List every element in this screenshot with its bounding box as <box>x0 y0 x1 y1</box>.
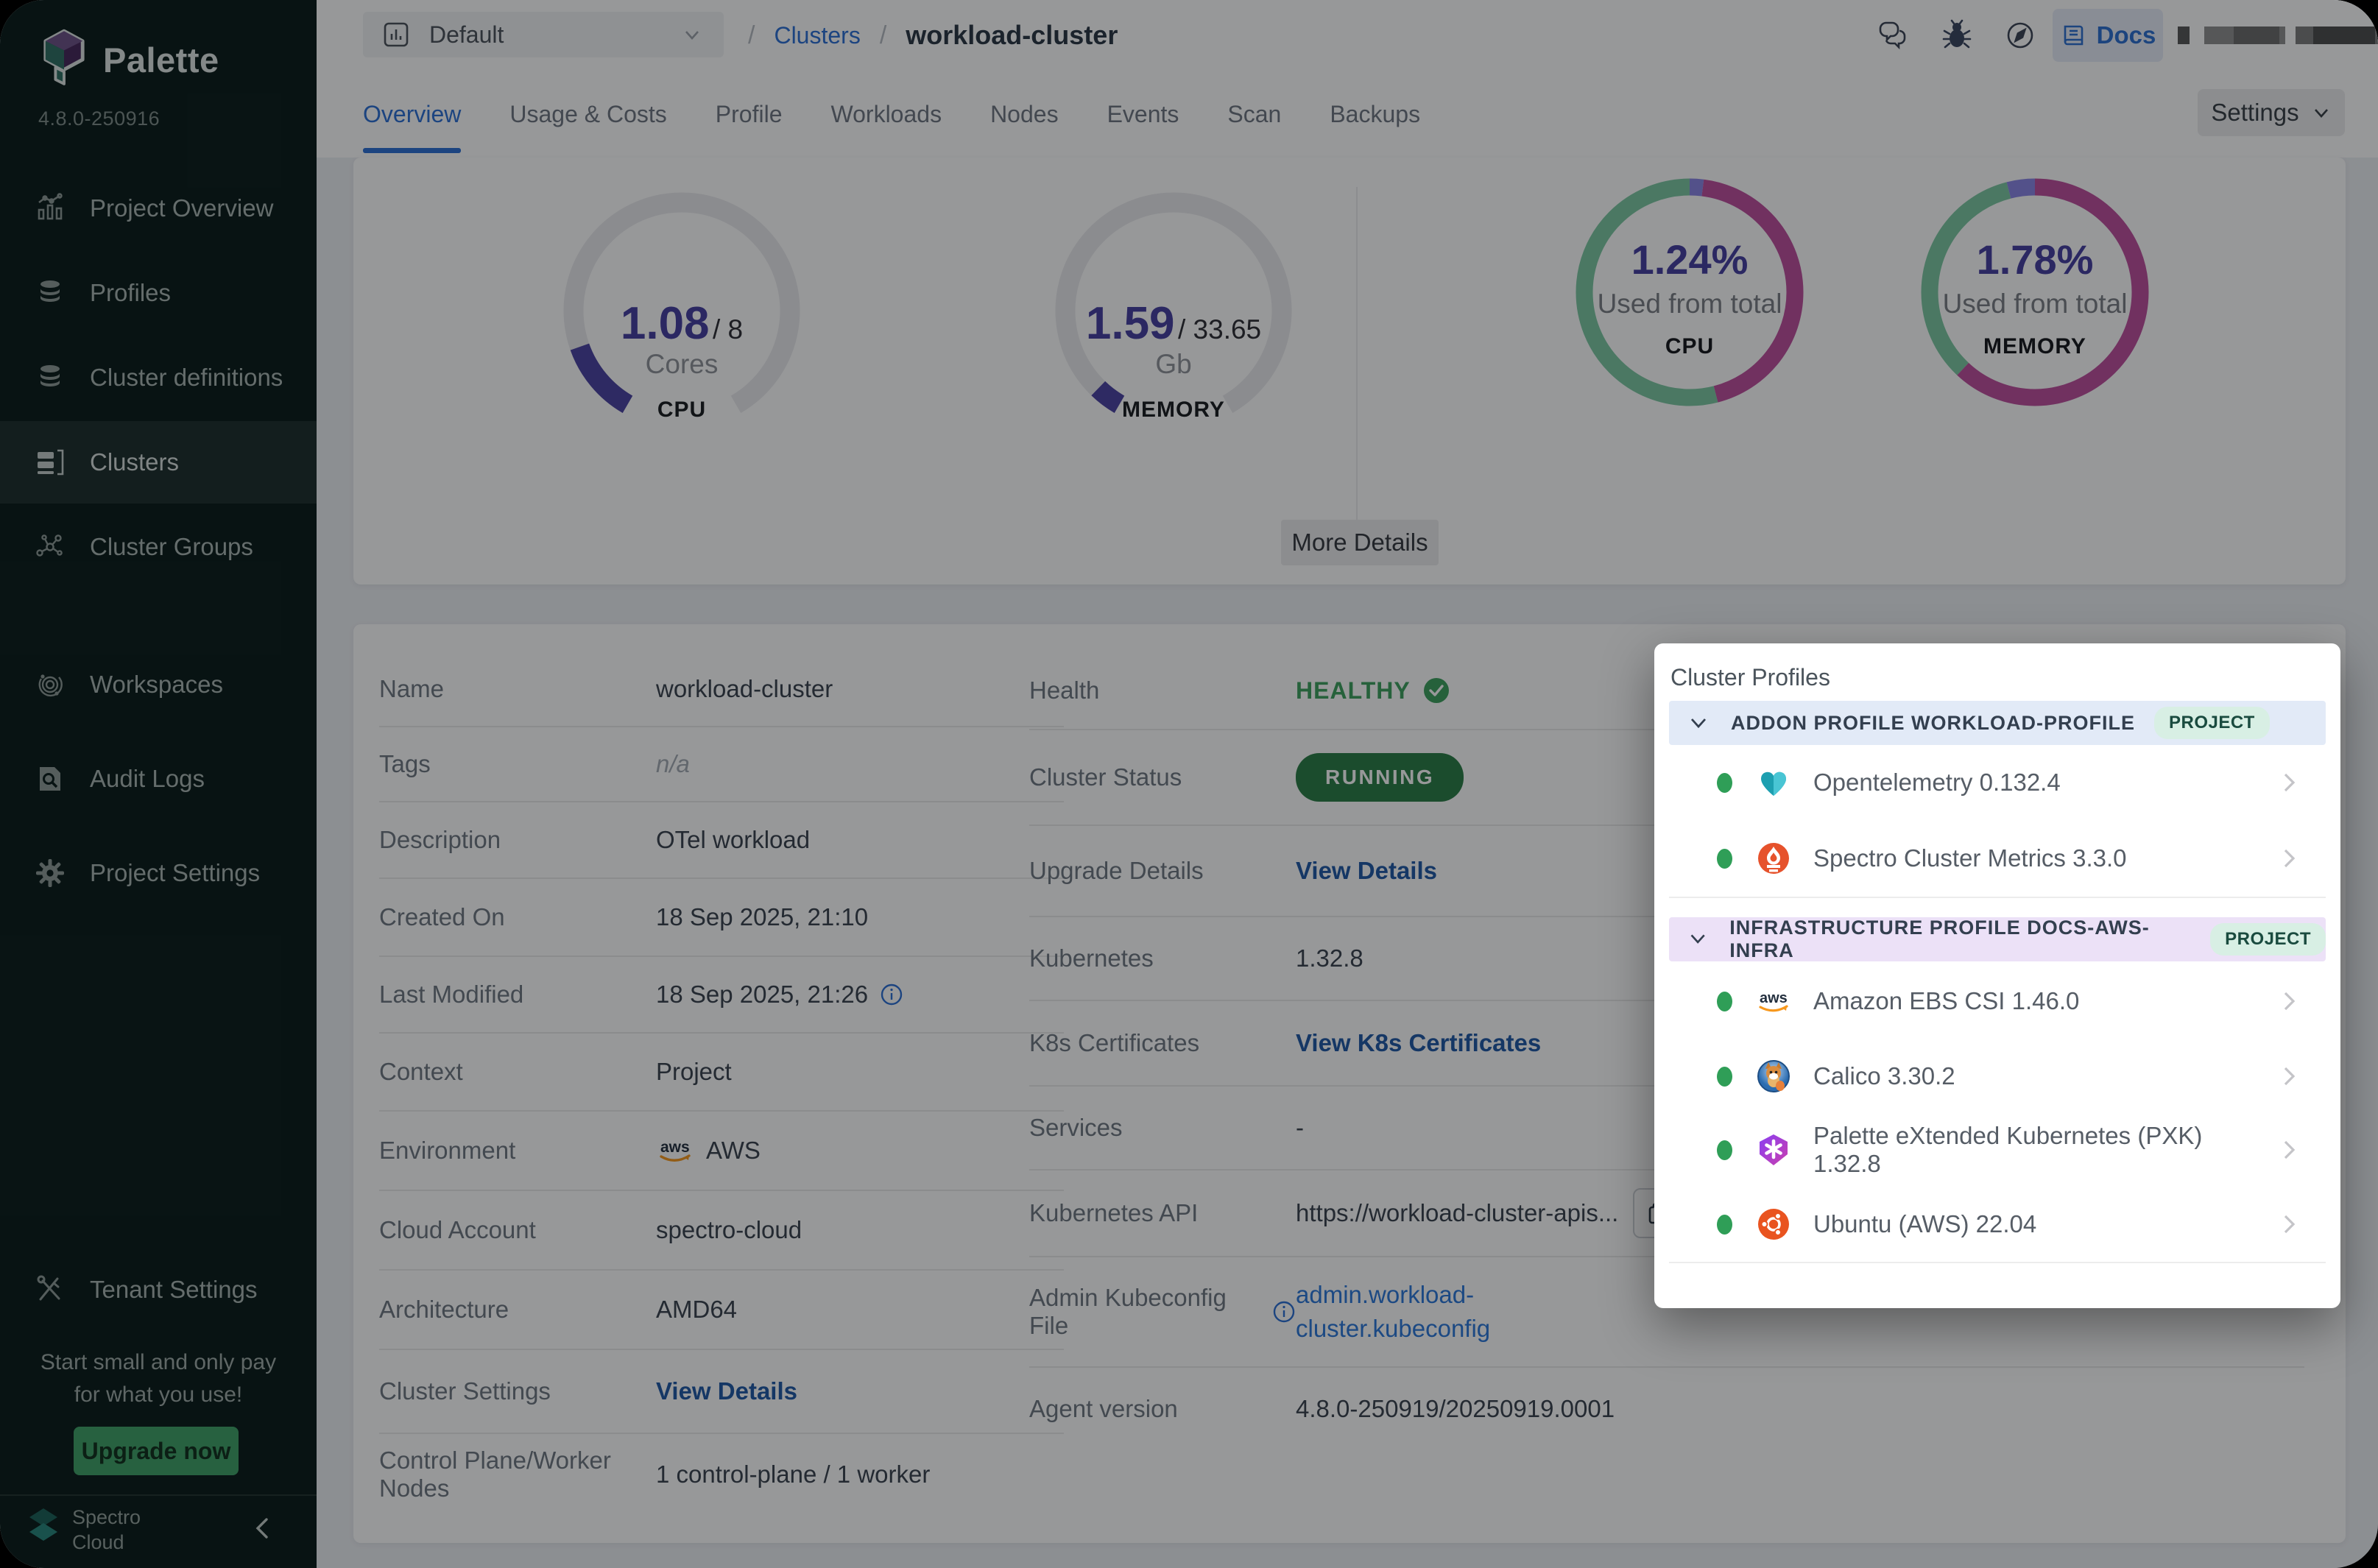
status-dot-green <box>1717 849 1732 869</box>
addon-section-label: ADDON PROFILE WORKLOAD-PROFILE <box>1731 712 2135 735</box>
chevron-right-icon <box>2274 1209 2304 1239</box>
status-dot-green <box>1717 992 1732 1011</box>
svg-text:aws: aws <box>1760 990 1788 1006</box>
status-dot-green <box>1717 1215 1732 1235</box>
profile-layer-calico[interactable]: Calico 3.30.2 <box>1669 1039 2326 1115</box>
pxk-icon <box>1756 1132 1791 1168</box>
chevron-right-icon <box>2274 768 2304 797</box>
chevron-right-icon <box>2274 1062 2304 1091</box>
aws-logo-icon: aws <box>1756 983 1791 1019</box>
infrastructure-profile-section-header[interactable]: INFRASTRUCTURE PROFILE DOCS-AWS-INFRA PR… <box>1669 917 2326 961</box>
opentelemetry-icon <box>1756 765 1791 800</box>
profile-layer-opentelemetry[interactable]: Opentelemetry 0.132.4 <box>1669 745 2326 822</box>
ubuntu-icon <box>1756 1207 1791 1242</box>
chevron-right-icon <box>2274 986 2304 1016</box>
chevron-down-icon <box>1685 710 1712 736</box>
chevron-down-icon <box>1685 926 1710 953</box>
chevron-right-icon <box>2274 1135 2304 1165</box>
profile-layer-amazon-ebs-csi[interactable]: aws Amazon EBS CSI 1.46.0 <box>1669 963 2326 1041</box>
status-dot-green <box>1717 1067 1732 1087</box>
profile-layer-ubuntu[interactable]: Ubuntu (AWS) 22.04 <box>1669 1187 2326 1263</box>
app-window: Palette 4.8.0-250916 Project Overview Pr… <box>0 0 2378 1568</box>
cluster-profiles-panel: Cluster Profiles ADDON PROFILE WORKLOAD-… <box>1654 643 2340 1308</box>
status-dot-green <box>1717 773 1732 793</box>
project-scope-badge: PROJECT <box>2210 923 2326 956</box>
panel-title: Cluster Profiles <box>1670 664 1830 691</box>
project-scope-badge: PROJECT <box>2154 707 2270 739</box>
chevron-right-icon <box>2274 844 2304 873</box>
infra-section-label: INFRASTRUCTURE PROFILE DOCS-AWS-INFRA <box>1729 917 2191 962</box>
profile-layer-spectro-cluster-metrics[interactable]: Spectro Cluster Metrics 3.3.0 <box>1669 820 2326 898</box>
status-dot-green <box>1717 1140 1732 1160</box>
calico-icon <box>1756 1059 1791 1094</box>
prometheus-icon <box>1756 841 1791 876</box>
profile-layer-pxk[interactable]: Palette eXtended Kubernetes (PXK) 1.32.8 <box>1669 1113 2326 1188</box>
addon-profile-section-header[interactable]: ADDON PROFILE WORKLOAD-PROFILE PROJECT <box>1669 701 2326 745</box>
